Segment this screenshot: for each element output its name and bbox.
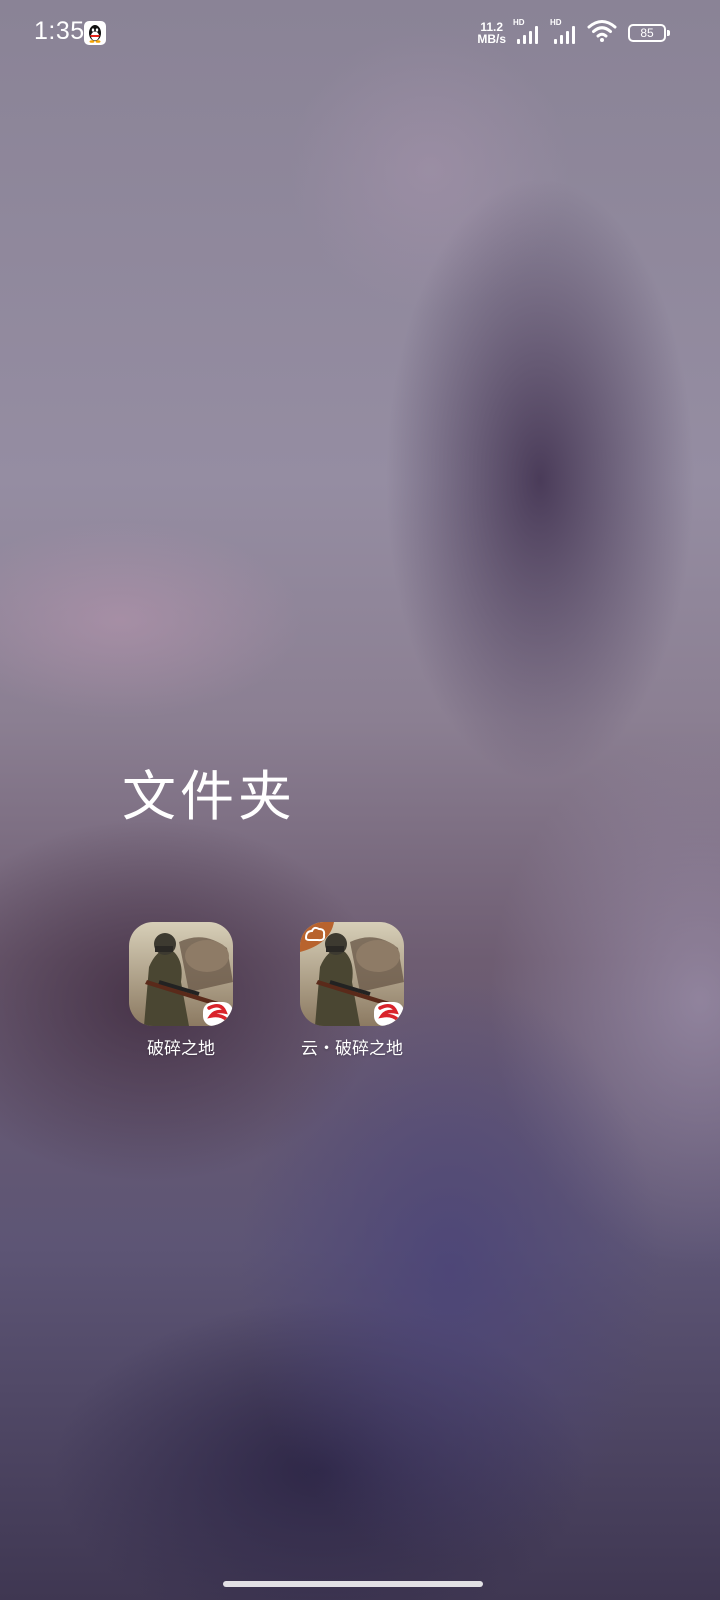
cloud-game-app-icon[interactable] xyxy=(300,922,404,1026)
battery-level: 85 xyxy=(640,26,654,40)
app-label: 破碎之地 xyxy=(147,1039,215,1059)
sim2-signal-icon: HD xyxy=(550,18,580,48)
qq-notification-icon xyxy=(84,21,106,45)
game-app-icon[interactable] xyxy=(129,922,233,1026)
battery-icon: 85 xyxy=(628,24,670,42)
app-label: 云・破碎之地 xyxy=(301,1039,403,1059)
home-indicator-bar[interactable] xyxy=(223,1581,483,1587)
network-speed-unit: MB/s xyxy=(477,32,506,46)
status-bar: 1:35 11.2 MB/s HD HD 85 xyxy=(0,0,720,66)
folder-title[interactable]: 文件夹 xyxy=(122,752,296,831)
wifi-icon xyxy=(587,18,617,48)
sim1-hd-badge: HD xyxy=(513,18,525,27)
status-indicators: 11.2 MB/s HD HD 85 xyxy=(477,18,670,48)
app-shortcut-broken-land[interactable]: 破碎之地 xyxy=(101,922,261,1059)
sim2-hd-badge: HD xyxy=(550,18,562,27)
app-shortcut-cloud-broken-land[interactable]: 云・破碎之地 xyxy=(272,922,432,1059)
status-time: 1:35 xyxy=(34,17,85,45)
sim1-signal-icon: HD xyxy=(513,18,543,48)
network-speed: 11.2 MB/s xyxy=(477,21,506,45)
blurred-wallpaper xyxy=(0,0,720,1600)
